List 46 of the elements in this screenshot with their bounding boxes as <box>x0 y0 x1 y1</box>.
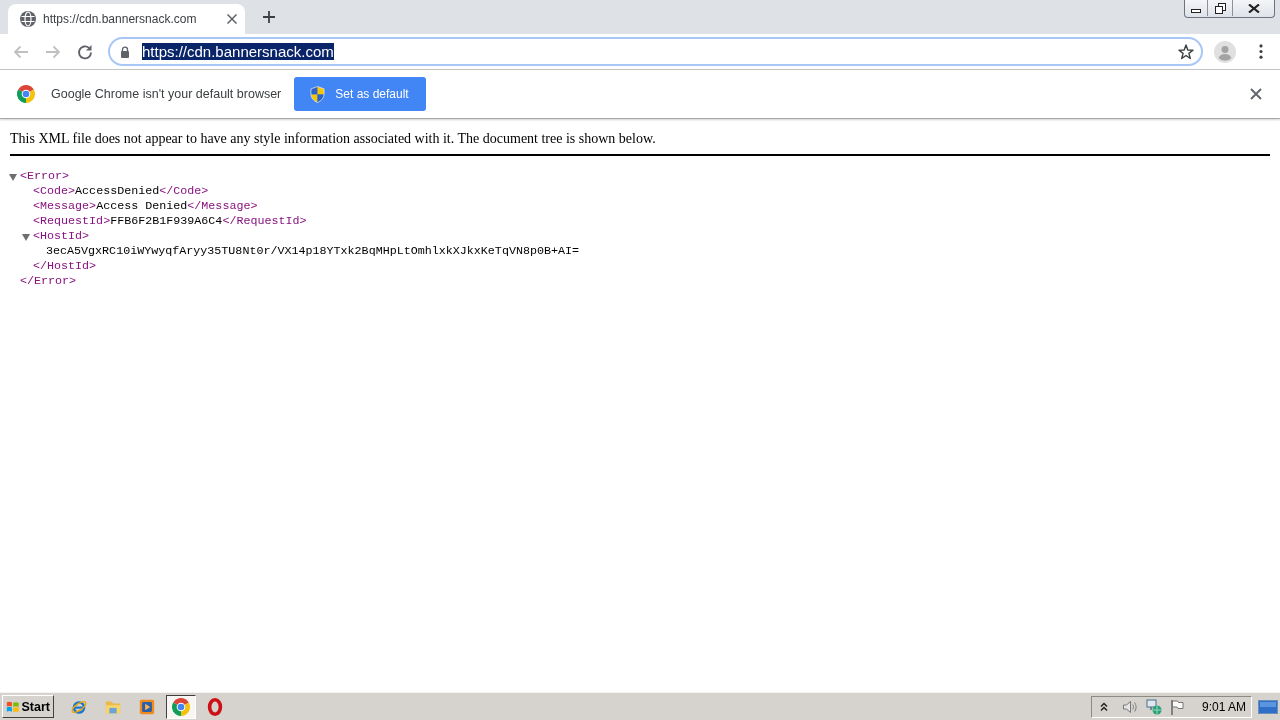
lock-icon <box>120 45 130 58</box>
xml-close-tag: </Error> <box>20 274 77 289</box>
xml-close-tag: </HostId> <box>33 259 97 274</box>
menu-icon <box>1259 44 1263 59</box>
oval-ring-icon <box>206 697 224 716</box>
close-infobar-button[interactable] <box>1250 88 1262 100</box>
plus-icon <box>263 11 275 23</box>
round-logo-icon <box>17 85 35 103</box>
expanded-triangle-icon[interactable] <box>22 232 30 241</box>
left-arrow-icon <box>13 43 29 60</box>
close-icon <box>1250 88 1262 100</box>
xml-element-line: <Message>Access Denied</Message> <box>33 199 258 214</box>
speaker-icon[interactable] <box>1121 698 1138 715</box>
xml-open-tag: <HostId> <box>33 229 90 244</box>
round-logo-icon <box>172 697 190 716</box>
expanded-triangle-icon[interactable] <box>9 172 17 181</box>
address-field[interactable]: https://cdn.bannersnack.com <box>108 37 1203 66</box>
double-chevron-icon[interactable] <box>1099 701 1108 712</box>
globe-icon <box>20 11 36 27</box>
avatar-icon <box>1214 40 1236 63</box>
network-icon[interactable] <box>1145 698 1162 715</box>
play-icon <box>138 697 156 716</box>
set-default-button[interactable]: Set as default <box>294 77 426 111</box>
xml-element-line: <Code>AccessDenied</Code> <box>33 184 209 199</box>
right-arrow-icon <box>45 43 61 60</box>
xml-element-line: <RequestId>FFB6F2B1F939A6C4</RequestId> <box>33 214 307 229</box>
xml-style-notice: This XML file does not appear to have any style information associated with it. The document tree is shown below. <box>10 131 656 146</box>
taskbar-button[interactable] <box>166 694 196 719</box>
url-text: https://cdn.bannersnack.com <box>142 43 334 60</box>
shield-icon <box>310 85 326 103</box>
start-button[interactable]: Start <box>2 695 54 718</box>
clock[interactable]: 9:01 AM <box>1201 699 1246 714</box>
desktop-icon[interactable] <box>1258 698 1278 715</box>
xml-open-tag: <Error> <box>20 169 70 184</box>
star-icon <box>1178 43 1194 60</box>
minimize-icon <box>1191 8 1201 13</box>
restore-icon <box>1214 2 1226 14</box>
infobar-message: Google Chrome isn't your default browser <box>51 87 282 101</box>
browser-tab[interactable]: https://cdn.bannersnack.com <box>8 4 245 34</box>
xml-text-line: 3ecA5VgxRC10iWYwyqfAryy35TU8Nt0r/VX14p18YTxk2BqMHpLtOmhlxkXJkxKeTqVN8p0B+AI= <box>46 244 580 259</box>
close-icon <box>227 14 237 24</box>
close-tab-button[interactable] <box>224 11 240 27</box>
bookmark-button[interactable] <box>1178 43 1194 60</box>
flag-icon[interactable] <box>1169 698 1184 715</box>
reload-icon <box>77 43 93 60</box>
close-icon <box>1247 3 1260 13</box>
